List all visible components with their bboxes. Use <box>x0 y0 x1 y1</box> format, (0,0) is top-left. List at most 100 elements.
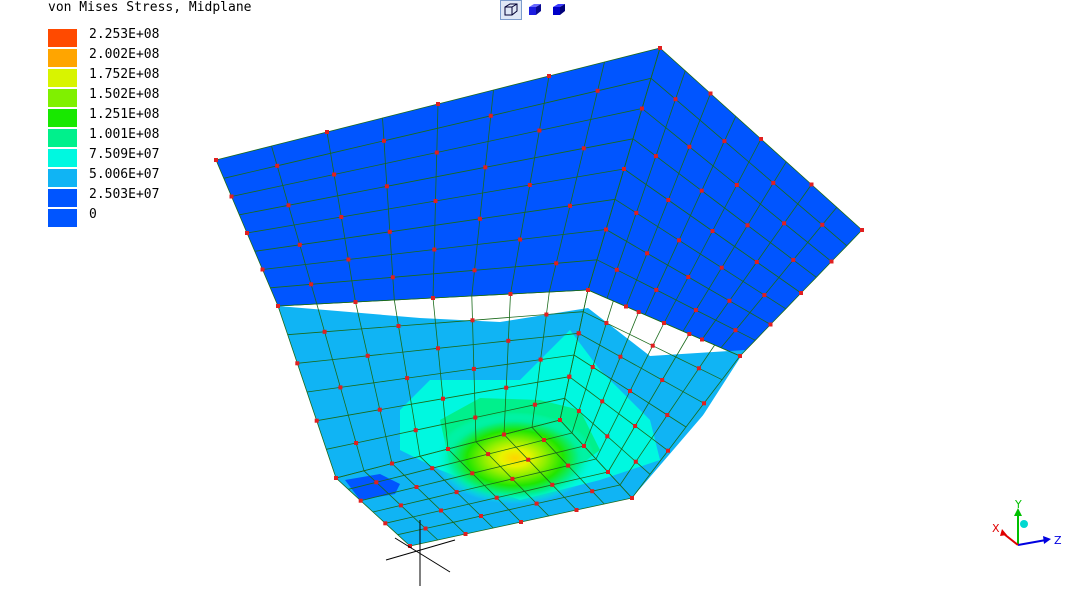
mesh-node <box>662 321 666 325</box>
mesh-node <box>745 223 750 228</box>
mesh-node <box>566 463 571 468</box>
mesh-node <box>624 304 628 309</box>
mesh-node <box>477 216 482 221</box>
mesh-node <box>479 514 483 518</box>
mesh-node <box>508 292 513 296</box>
mesh-node <box>582 444 586 448</box>
mesh-node <box>633 459 638 464</box>
mesh-node <box>710 229 715 233</box>
mesh-node <box>519 520 523 524</box>
mesh-node <box>719 265 724 270</box>
mesh-node <box>434 150 439 155</box>
mesh-node <box>334 476 338 480</box>
mesh-node <box>702 401 706 406</box>
mesh-node <box>527 183 532 187</box>
mesh-node <box>809 182 814 187</box>
mesh-node <box>396 324 401 328</box>
mesh-node <box>502 432 506 437</box>
mesh-node <box>645 251 650 256</box>
mesh-node <box>658 46 662 50</box>
mesh-node <box>538 357 543 362</box>
mesh-node <box>390 275 395 280</box>
mesh-node <box>738 354 742 358</box>
mesh-node <box>754 260 759 264</box>
mesh-node <box>586 288 590 292</box>
mesh-node <box>782 221 787 226</box>
mesh-node <box>665 413 670 417</box>
mesh-node <box>436 102 440 106</box>
mesh-node <box>605 434 610 439</box>
mesh-node <box>483 165 488 170</box>
mesh-node <box>471 366 476 371</box>
mesh-node <box>534 501 539 506</box>
mesh-node <box>346 257 351 262</box>
mesh-node <box>382 138 386 143</box>
mesh-node <box>286 203 291 208</box>
mesh-node <box>354 441 359 445</box>
mesh-node <box>433 199 438 203</box>
mesh-node <box>387 229 392 234</box>
mesh-node <box>214 158 218 162</box>
mesh-node <box>614 267 619 272</box>
mesh-node <box>314 418 319 423</box>
mesh-node <box>660 378 665 382</box>
fe-mesh <box>214 46 864 548</box>
mesh-node <box>473 415 478 420</box>
mesh-node <box>693 308 698 313</box>
mesh-node <box>762 293 767 298</box>
mesh-node <box>297 242 302 247</box>
mesh-node <box>829 259 834 264</box>
stress-hotspot <box>435 412 595 504</box>
mesh-node <box>606 470 610 474</box>
mesh-node <box>547 74 551 78</box>
mesh-node <box>568 203 572 208</box>
mesh-node <box>550 482 555 487</box>
mesh-node <box>687 332 692 336</box>
mesh-node <box>470 471 475 476</box>
mesh-node <box>799 291 803 295</box>
mesh-node <box>486 452 491 457</box>
mesh-node <box>622 167 626 171</box>
mesh-node <box>630 496 634 500</box>
mesh-node <box>634 210 639 215</box>
mesh-node <box>414 485 419 489</box>
mesh-node <box>510 476 515 481</box>
mesh-node <box>472 268 477 273</box>
mesh-node <box>398 503 403 508</box>
mesh-node <box>384 184 389 189</box>
mesh-node <box>791 257 796 262</box>
mesh-node <box>413 428 418 433</box>
mesh-node <box>432 247 437 252</box>
mesh-node <box>640 106 644 111</box>
mesh-node <box>431 296 435 300</box>
mesh-node <box>759 137 763 141</box>
mesh-node <box>463 532 468 536</box>
mesh-node <box>673 97 678 102</box>
mesh-node <box>618 354 623 359</box>
mesh-node <box>590 489 595 494</box>
model-viewport[interactable] <box>0 0 1080 600</box>
mesh-node <box>446 447 450 451</box>
mesh-node <box>423 526 428 531</box>
mesh-node <box>567 374 572 379</box>
mesh-node <box>590 365 595 369</box>
mesh-node <box>576 409 581 413</box>
mesh-node <box>436 346 440 351</box>
mesh-node <box>470 318 475 323</box>
mesh-node <box>526 457 531 462</box>
mesh-node <box>532 402 537 407</box>
mesh-node <box>653 154 658 159</box>
mesh-node <box>353 300 358 304</box>
mesh-node <box>554 261 559 266</box>
mesh-node <box>275 163 280 168</box>
mesh-node <box>377 407 382 412</box>
mesh-node <box>245 231 249 235</box>
mesh-node <box>544 312 549 317</box>
mesh-node <box>339 215 344 219</box>
mesh-node <box>558 418 562 422</box>
mesh-node <box>604 321 609 325</box>
mesh-node <box>771 180 776 185</box>
mesh-node <box>325 130 329 134</box>
mesh-node <box>650 343 655 348</box>
mesh-node <box>708 91 713 96</box>
